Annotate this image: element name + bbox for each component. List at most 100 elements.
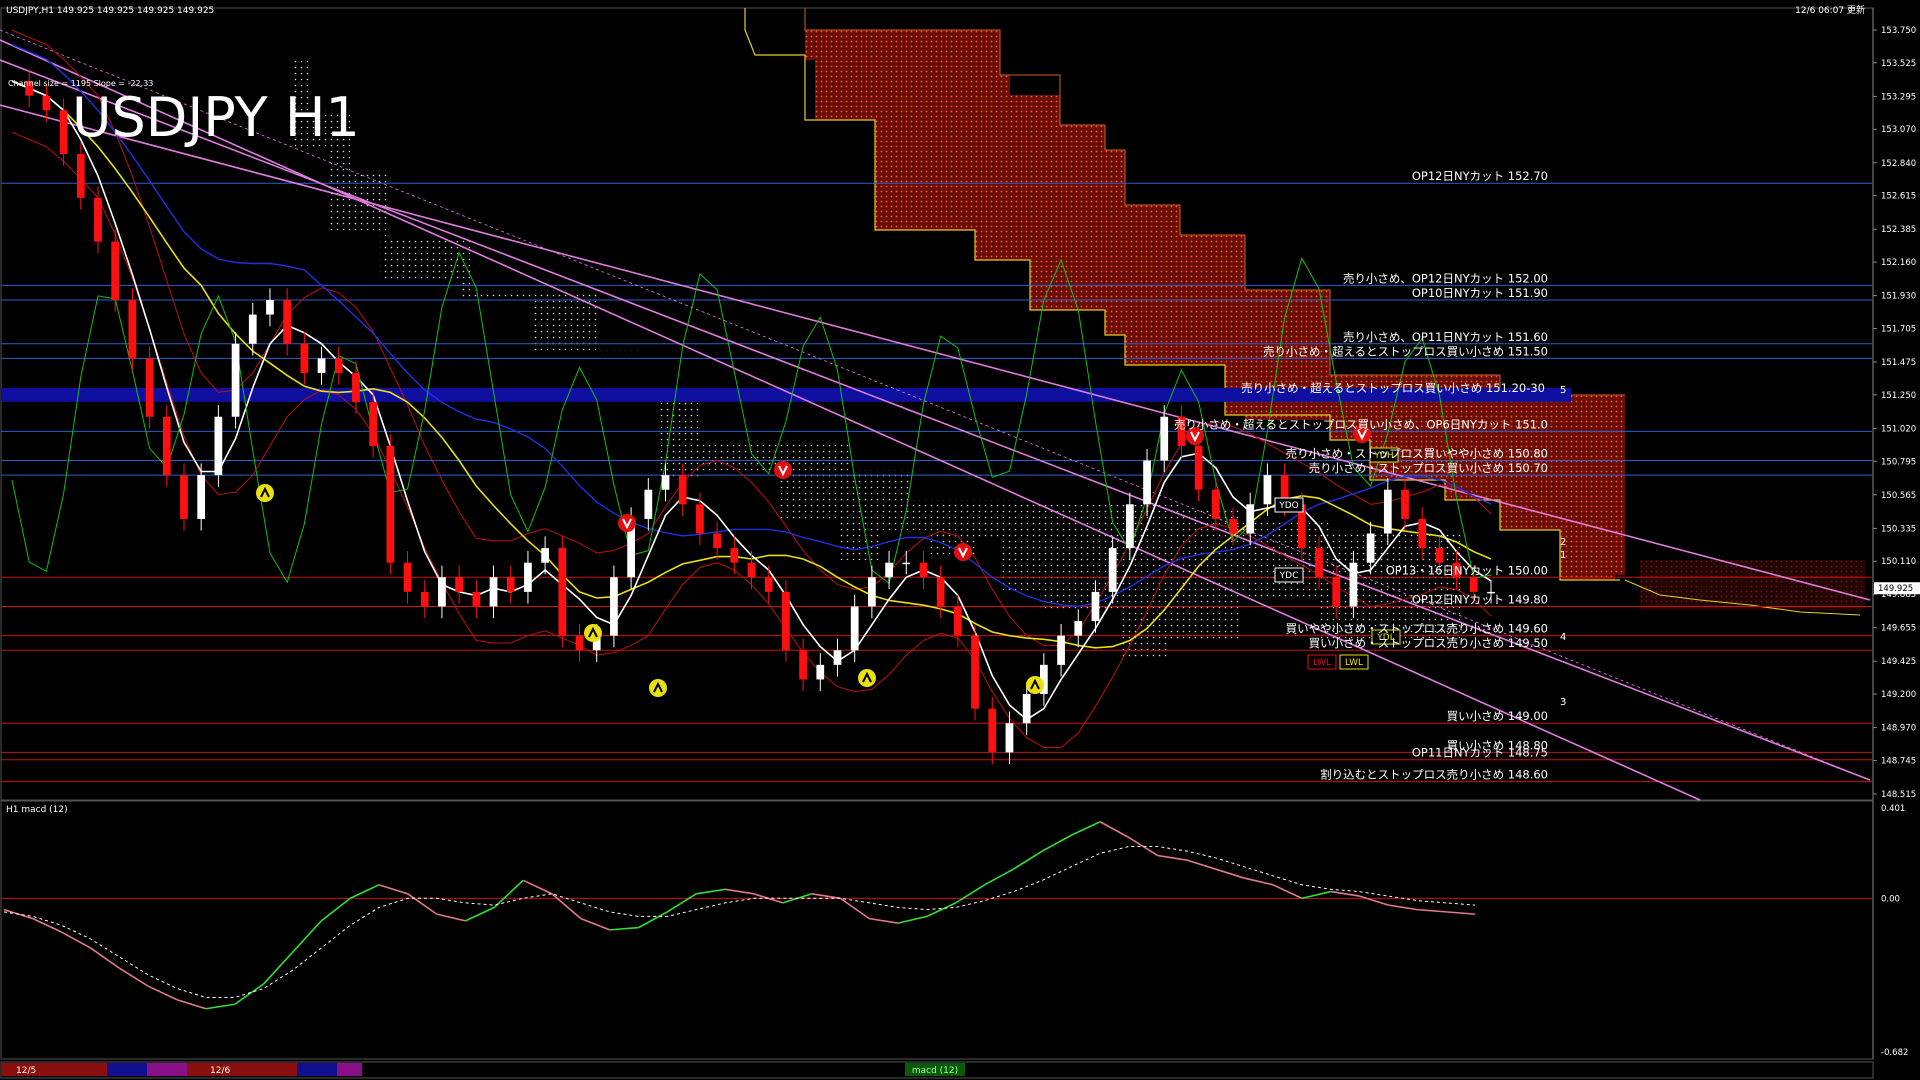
- candle-body: [868, 577, 876, 607]
- candle-body: [1057, 635, 1065, 665]
- candle-body: [816, 664, 825, 680]
- chart-window[interactable]: 52143 YDOYDCYDHYDLLWL LWL 153.750153.5251…: [0, 0, 1920, 1080]
- level-label: 売り小さめ・ストップロス買いやや小さめ 150.80: [1286, 447, 1548, 461]
- y-tick-label: 151.250: [1881, 391, 1916, 401]
- candle-body: [334, 358, 343, 373]
- macd-panel-frame: [0, 800, 1874, 1060]
- candle-body: [76, 154, 85, 198]
- marker-label: LWL: [1345, 658, 1363, 668]
- level-label: OP13・16日NYカット 150.00: [1386, 563, 1548, 577]
- candle-body: [1108, 548, 1117, 592]
- candle-body: [1349, 562, 1358, 607]
- y-tick-label: 149.425: [1881, 657, 1916, 667]
- candle-body: [266, 299, 274, 315]
- candle-body: [730, 548, 739, 563]
- candle-body: [1366, 533, 1375, 563]
- channel-number-label: 1: [1560, 550, 1566, 561]
- candle-body: [1383, 489, 1392, 534]
- candle-body: [971, 635, 979, 709]
- y-tick-label: 153.295: [1881, 92, 1916, 102]
- y-tick-label: 151.475: [1881, 358, 1916, 368]
- candle-body: [1435, 548, 1444, 563]
- candle-body: [782, 591, 790, 651]
- candle-body: [919, 562, 928, 578]
- candle-body: [1074, 621, 1083, 636]
- level-label: 買いやや小さめ・ストップロス売り小さめ 149.60: [1286, 622, 1548, 636]
- buy-signal-icon: [649, 679, 667, 697]
- buy-signal-icon: [1026, 676, 1044, 694]
- candle-body: [1469, 577, 1478, 592]
- y-tick-label: 149.200: [1881, 690, 1916, 700]
- y-tick-label: 149.655: [1881, 624, 1916, 634]
- y-tick-label: 150.565: [1881, 491, 1916, 501]
- y-tick-label: 151.020: [1881, 424, 1916, 434]
- level-label: 売り小さめ・超えるとストップロス買い小さめ 151.20-30: [1241, 381, 1545, 395]
- candle-body: [954, 606, 962, 636]
- candle-body: [1229, 518, 1237, 534]
- candle-body: [42, 95, 51, 111]
- level-label: 割り込むとストップロス売り小さめ 148.60: [1320, 768, 1548, 782]
- candle-body: [696, 504, 704, 534]
- symbol-info: USDJPY,H1 149.925 149.925 149.925 149.92…: [6, 6, 214, 16]
- macd-tab-label: macd (12): [912, 1066, 958, 1076]
- candle-body: [936, 577, 945, 607]
- y-tick-label: 152.160: [1881, 258, 1916, 268]
- candle-body: [420, 591, 429, 607]
- candle-body: [1091, 591, 1100, 622]
- buy-signal-icon: [858, 669, 876, 687]
- candle-body: [610, 577, 618, 636]
- channel-number-label: 5: [1560, 385, 1566, 396]
- candle-body: [197, 475, 206, 519]
- candle-body: [455, 577, 464, 592]
- sell-signal-icon: [774, 461, 792, 479]
- level-label: OP12日NYカット 149.80: [1412, 592, 1548, 606]
- y-tick-label: 153.070: [1881, 125, 1916, 135]
- chart-title: USDJPY H1: [72, 86, 360, 149]
- candle-body: [248, 314, 257, 344]
- candle-body: [94, 197, 102, 242]
- macd-tab[interactable]: macd (12): [905, 1063, 965, 1076]
- current-price-label: 149.925: [1878, 584, 1913, 594]
- y-tick-label: 148.970: [1881, 724, 1916, 734]
- buy-signal-icon: [256, 484, 274, 502]
- candle-body: [162, 416, 171, 476]
- candle-body: [764, 577, 773, 592]
- candle-body: [180, 475, 188, 519]
- candle-body: [231, 343, 240, 417]
- y-tick-label: 153.525: [1881, 59, 1916, 69]
- candle-body: [678, 475, 687, 505]
- candle-body: [1160, 416, 1169, 461]
- candle-body: [506, 577, 515, 592]
- candle-body: [352, 372, 360, 403]
- candle-body: [438, 577, 446, 607]
- candle-body: [403, 562, 412, 592]
- channel-number-label: 2: [1560, 537, 1566, 548]
- candle-body: [1125, 504, 1134, 549]
- candle-body: [833, 650, 842, 665]
- level-label: OP10日NYカット 151.90: [1412, 286, 1548, 300]
- level-label: 売り小さめ、OP11日NYカット 151.60: [1343, 330, 1548, 344]
- y-tick-label: 152.615: [1881, 192, 1916, 202]
- macd-y-tick-label: 0.00: [1881, 894, 1900, 904]
- candle-body: [885, 562, 893, 578]
- candle-body: [541, 548, 549, 563]
- candle-body: [111, 241, 120, 300]
- channel-number-label: 3: [1560, 697, 1566, 708]
- price-axis-labels: 153.750 153.525 153.295 153.070 152.840 152.6…: [1873, 26, 1920, 800]
- marker-label: YDC: [1279, 571, 1299, 581]
- macd-y-tick-label: 0.401: [1881, 804, 1905, 814]
- macd-panel-title: H1 macd (12): [6, 805, 68, 815]
- y-tick-label: 150.110: [1881, 557, 1916, 567]
- y-tick-label: 148.745: [1881, 756, 1916, 766]
- candle-body: [799, 650, 807, 680]
- candle-body: [558, 548, 567, 636]
- date-label-1: 12/5: [16, 1066, 36, 1076]
- candle-body: [1263, 475, 1272, 505]
- candle-body: [1315, 548, 1323, 578]
- candle-body: [1246, 504, 1255, 534]
- candle-body: [644, 489, 653, 519]
- candle-body: [59, 110, 68, 155]
- candle-body: [1143, 460, 1151, 505]
- candle-body: [1005, 723, 1014, 753]
- candle-body: [1022, 694, 1031, 724]
